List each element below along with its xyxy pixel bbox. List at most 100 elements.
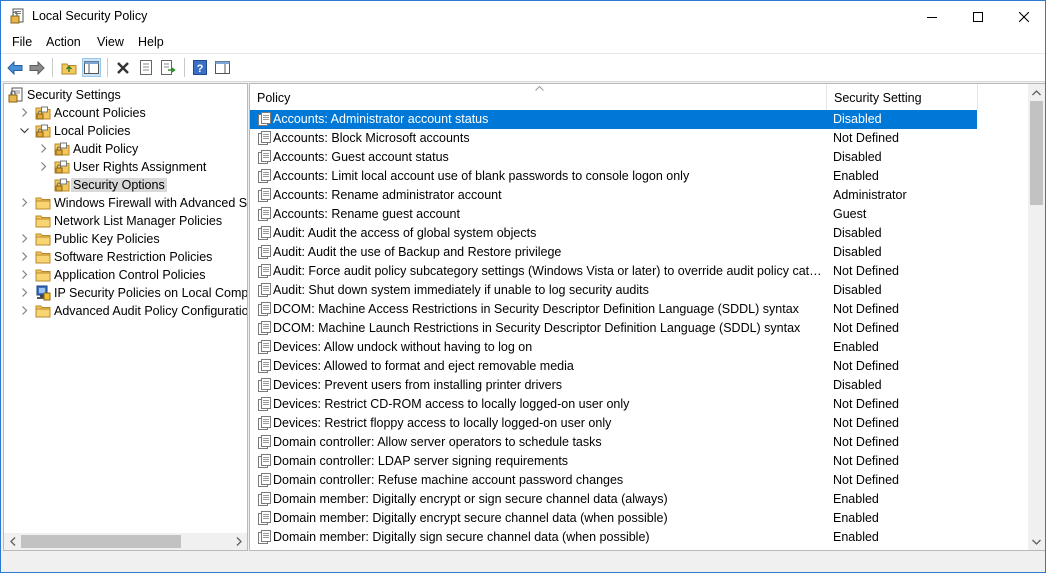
table-row[interactable]: Domain member: Digitally encrypt secure … <box>250 509 977 528</box>
security-setting-value: Disabled <box>833 245 882 259</box>
table-row[interactable]: Audit: Shut down system immediately if u… <box>250 281 977 300</box>
menu-bar: File Action View Help <box>1 32 1045 54</box>
delete-icon <box>116 61 129 74</box>
action-pane-button[interactable] <box>213 58 232 77</box>
table-row[interactable]: DCOM: Machine Launch Restrictions in Sec… <box>250 319 977 338</box>
console-tree[interactable]: Advanced Audit Policy Configuration IP Se… <box>3 83 248 551</box>
tree-item[interactable]: Audit Policy <box>4 140 247 158</box>
security-setting-value: Not Defined <box>833 416 900 430</box>
delete-button[interactable] <box>113 58 132 77</box>
security-setting-value: Not Defined <box>833 473 900 487</box>
title-bar[interactable]: Local Security Policy <box>1 1 1045 32</box>
tree-item[interactable]: Advanced Audit Policy Configuration <box>4 302 247 320</box>
scroll-left-button[interactable] <box>4 533 21 550</box>
chevron-right-icon[interactable] <box>20 252 29 261</box>
table-row[interactable]: Devices: Restrict floppy access to local… <box>250 414 977 433</box>
table-row[interactable]: Devices: Prevent users from installing p… <box>250 376 977 395</box>
column-header-policy[interactable]: Policy <box>250 84 826 110</box>
menu-file[interactable]: File <box>12 35 32 49</box>
tree-item[interactable]: Network List Manager Policies <box>4 212 247 230</box>
folder-icon <box>35 305 51 318</box>
table-row[interactable]: Accounts: Guest account status Disabled <box>250 148 977 167</box>
table-row[interactable]: Audit: Audit the access of global system… <box>250 224 977 243</box>
help-button[interactable]: ? <box>190 58 209 77</box>
properties-button[interactable] <box>136 58 155 77</box>
forward-button[interactable] <box>27 58 46 77</box>
show-hide-tree-button[interactable] <box>82 58 101 77</box>
chevron-right-icon[interactable] <box>20 198 29 207</box>
policy-icon <box>258 283 271 297</box>
policy-name: Accounts: Administrator account status <box>273 112 489 126</box>
column-divider[interactable] <box>977 84 978 110</box>
chevron-right-icon[interactable] <box>39 144 48 153</box>
tree-item[interactable]: User Rights Assignment <box>4 158 247 176</box>
table-row[interactable]: Accounts: Administrator account status Di… <box>250 110 977 129</box>
column-header-label: Security Setting <box>834 91 922 105</box>
chevron-right-icon[interactable] <box>20 288 29 297</box>
security-setting-value: Guest <box>833 207 867 221</box>
chevron-right-icon[interactable] <box>20 270 29 279</box>
table-row[interactable]: Accounts: Rename guest account Guest <box>250 205 977 224</box>
table-row[interactable]: Domain controller: Allow server operator… <box>250 433 977 452</box>
policy-name: Domain member: Digitally encrypt secure … <box>273 511 668 525</box>
scroll-right-button[interactable] <box>230 533 247 550</box>
properties-icon <box>139 60 152 75</box>
table-row[interactable]: DCOM: Machine Access Restrictions in Sec… <box>250 300 977 319</box>
menu-view[interactable]: View <box>97 35 124 49</box>
scroll-down-button[interactable] <box>1028 533 1045 550</box>
menu-help[interactable]: Help <box>138 35 164 49</box>
table-row[interactable]: Accounts: Rename administrator account Ad… <box>250 186 977 205</box>
table-row[interactable]: Accounts: Limit local account use of bla… <box>250 167 977 186</box>
table-row[interactable]: Audit: Audit the use of Backup and Resto… <box>250 243 977 262</box>
table-row[interactable]: Audit: Force audit policy subcategory se… <box>250 262 977 281</box>
table-row[interactable]: Devices: Allowed to format and eject rem… <box>250 357 977 376</box>
chevron-right-icon[interactable] <box>20 306 29 315</box>
chevron-right-icon[interactable] <box>39 162 48 171</box>
chevron-right-icon[interactable] <box>20 234 29 243</box>
policy-icon <box>258 530 271 544</box>
tree-item[interactable]: IP Security Policies on Local Compute <box>4 284 247 302</box>
policy-name: DCOM: Machine Access Restrictions in Sec… <box>273 302 799 316</box>
folder-lock-icon <box>35 124 51 138</box>
maximize-button[interactable] <box>955 1 1001 32</box>
menu-action[interactable]: Action <box>46 35 81 49</box>
security-setting-value: Not Defined <box>833 321 900 335</box>
list-vertical-scrollbar[interactable] <box>1028 84 1045 550</box>
minimize-button[interactable] <box>909 1 955 32</box>
back-arrow-icon <box>6 60 22 75</box>
tree-item[interactable]: Software Restriction Policies <box>4 248 247 266</box>
back-button[interactable] <box>5 58 24 77</box>
column-header-setting[interactable]: Security Setting <box>827 84 977 110</box>
scroll-up-button[interactable] <box>1028 84 1045 101</box>
scroll-thumb[interactable] <box>1030 101 1043 205</box>
up-one-level-button[interactable] <box>59 58 78 77</box>
tree-horizontal-scrollbar[interactable] <box>4 533 247 550</box>
close-icon <box>1019 11 1029 22</box>
tree-item[interactable]: Local Policies <box>4 122 247 140</box>
chevron-right-icon[interactable] <box>20 108 29 117</box>
table-row[interactable]: Domain controller: Refuse machine accoun… <box>250 471 977 490</box>
table-row[interactable]: Accounts: Block Microsoft accounts Not De… <box>250 129 977 148</box>
security-setting-value: Not Defined <box>833 454 900 468</box>
table-row[interactable]: Devices: Allow undock without having to … <box>250 338 977 357</box>
tree-item[interactable]: Windows Firewall with Advanced Secu <box>4 194 247 212</box>
tree-item-label: Public Key Policies <box>54 232 160 246</box>
tree-item-label: Advanced Audit Policy Configuration <box>54 304 248 318</box>
table-row[interactable]: Domain member: Digitally encrypt or sign… <box>250 490 977 509</box>
table-row[interactable]: Domain member: Digitally sign secure cha… <box>250 528 977 547</box>
scroll-thumb[interactable] <box>21 535 181 548</box>
policy-icon <box>258 492 271 506</box>
table-row[interactable]: Domain controller: LDAP server signing r… <box>250 452 977 471</box>
policy-list[interactable]: Policy Security Setting Accounts: Admini… <box>249 83 1045 551</box>
security-setting-value: Enabled <box>833 511 879 525</box>
table-row[interactable]: Devices: Restrict CD-ROM access to local… <box>250 395 977 414</box>
chevron-down-icon[interactable] <box>20 126 29 135</box>
tree-item[interactable]: Account Policies <box>4 104 247 122</box>
close-button[interactable] <box>1001 1 1045 32</box>
export-list-button[interactable] <box>159 58 178 77</box>
tree-item[interactable]: Security Settings <box>4 86 247 104</box>
tree-item[interactable]: Application Control Policies <box>4 266 247 284</box>
tree-item-label: Audit Policy <box>73 142 139 156</box>
tree-item[interactable]: Public Key Policies <box>4 230 247 248</box>
tree-item[interactable]: Security Options <box>4 176 247 194</box>
